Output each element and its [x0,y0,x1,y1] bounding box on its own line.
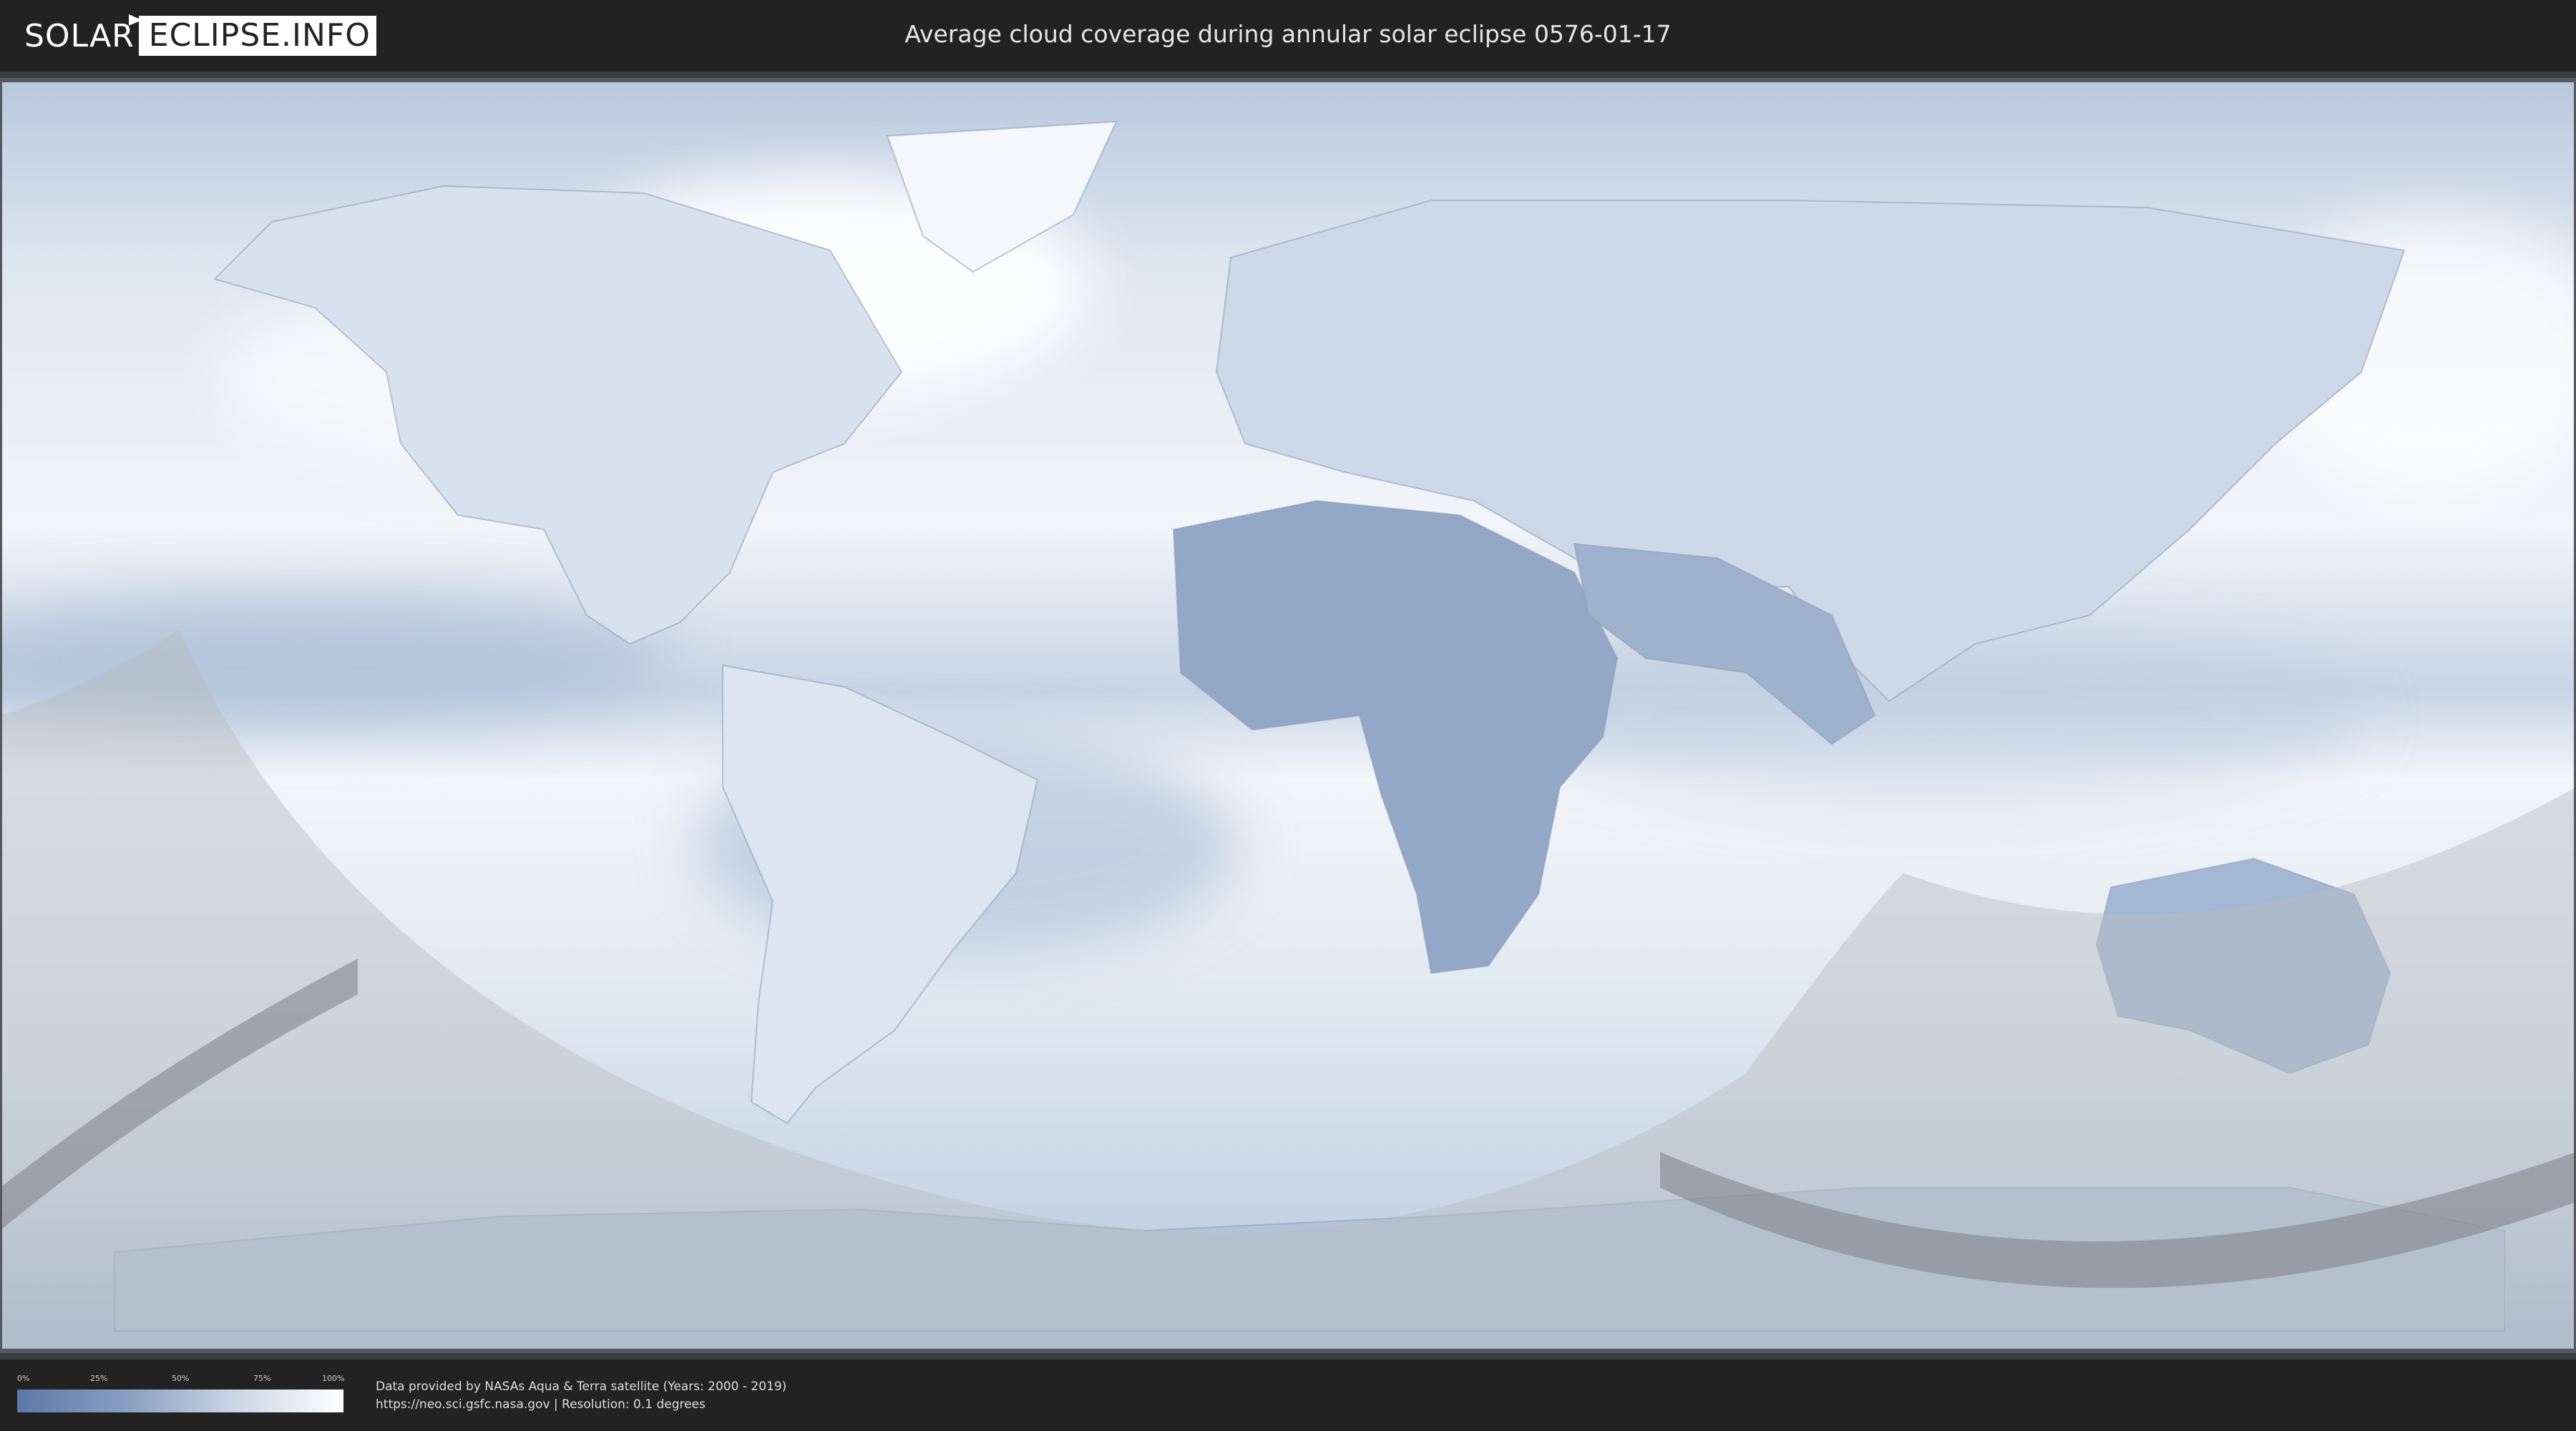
legend-tick-0: 0% [17,1374,30,1383]
credits-line-url[interactable]: https://neo.sci.gsfc.nasa.gov | Resoluti… [376,1396,786,1414]
legend-tick-100: 100% [322,1374,345,1383]
legend-tick-75: 75% [253,1374,271,1383]
cloud-coverage-map[interactable] [0,72,2576,1359]
legend-tick-50: 50% [172,1374,190,1383]
legend-ticks: 0% 25% 50% 75% 100% [17,1374,345,1385]
legend-color-bar [17,1390,343,1412]
map-canvas [0,78,2576,1353]
legend-tick-25: 25% [90,1374,108,1383]
top-bar: SOLAR ECLIPSE.INFO Average cloud coverag… [0,0,2576,72]
page-title: Average cloud coverage during annular so… [904,20,1672,48]
data-credits: Data provided by NASAs Aqua & Terra sate… [376,1378,786,1414]
credits-line-source: Data provided by NASAs Aqua & Terra sate… [376,1379,787,1394]
cloud-legend: 0% 25% 50% 75% 100% [17,1374,345,1415]
